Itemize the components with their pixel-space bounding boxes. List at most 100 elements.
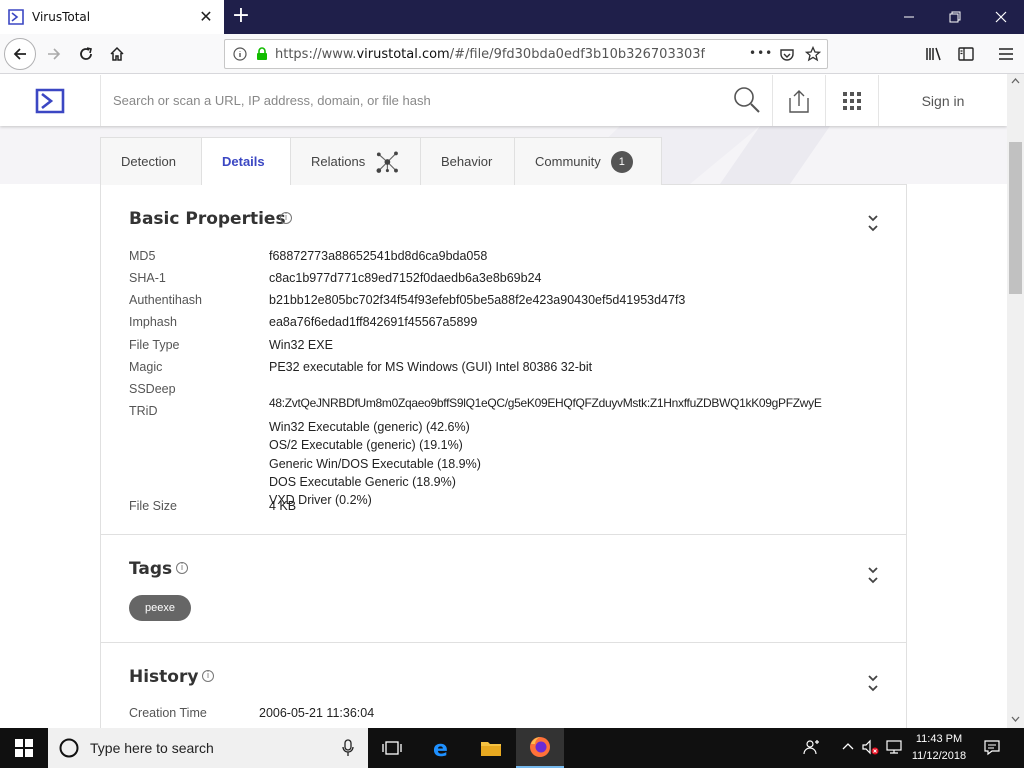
info-icon[interactable]: i xyxy=(176,562,188,574)
task-view-button[interactable] xyxy=(368,728,416,768)
tab-relations-label: Relations xyxy=(311,154,366,169)
browser-tab[interactable]: VirusTotal ✕ xyxy=(0,0,224,34)
tab-relations[interactable]: Relations xyxy=(290,137,421,185)
authentihash-value: b21bb12e805bc702f34f54f93efebf05be5a88f2… xyxy=(269,293,686,307)
prop-label: SHA-1 xyxy=(129,271,166,285)
home-icon xyxy=(110,46,124,61)
home-button[interactable] xyxy=(101,38,133,70)
browser-tab-title: VirusTotal xyxy=(32,10,91,24)
browser-titlebar: VirusTotal ✕ + xyxy=(0,0,1024,34)
restore-icon[interactable] xyxy=(932,0,978,34)
prop-md5: MD5 f68872773a88652541bd8d6ca9bda058 xyxy=(129,249,487,263)
info-icon[interactable]: i xyxy=(202,670,214,682)
library-icon xyxy=(926,47,941,61)
upload-button[interactable] xyxy=(773,75,826,126)
taskbar-search-input[interactable] xyxy=(90,740,320,756)
menu-button[interactable] xyxy=(990,38,1022,70)
info-circle-icon[interactable] xyxy=(233,47,247,61)
pocket-icon[interactable] xyxy=(779,47,795,63)
collapse-chevron-icon[interactable] xyxy=(866,565,880,585)
vt-search-box xyxy=(101,75,773,126)
network-icon[interactable] xyxy=(884,738,904,758)
reload-button[interactable] xyxy=(70,38,102,70)
tab-community-label: Community xyxy=(535,154,601,169)
trid-entry: VXD Driver (0.2%) xyxy=(269,493,372,508)
people-icon[interactable] xyxy=(802,738,822,758)
firefox-app[interactable] xyxy=(516,728,564,768)
taskbar-search[interactable] xyxy=(48,728,368,768)
minimize-icon[interactable] xyxy=(886,0,932,34)
task-view-icon xyxy=(382,741,402,755)
trid-entry: Win32 Executable (generic) (42.6%) xyxy=(269,420,470,434)
signin-button[interactable]: Sign in xyxy=(879,75,1007,126)
creation-time-value: 2006-05-21 11:36:04 xyxy=(259,706,375,720)
tray-expand-icon[interactable] xyxy=(838,738,858,758)
prop-creation-time: Creation Time 2006-05-21 11:36:04 xyxy=(129,706,374,720)
virustotal-logo[interactable] xyxy=(0,75,101,126)
virustotal-favicon-icon xyxy=(8,9,24,25)
sidebar-button[interactable] xyxy=(950,38,982,70)
windows-taskbar: e 11:43 PM 11/12/2018 xyxy=(0,728,1024,768)
search-icon[interactable] xyxy=(732,85,762,115)
tab-community[interactable]: Community 1 xyxy=(514,137,662,185)
page-content: Sign in Detection Details Relations Beha… xyxy=(0,75,1007,728)
trid-entry: Generic Win/DOS Executable (18.9%) xyxy=(269,456,481,471)
collapse-chevron-icon[interactable] xyxy=(866,213,880,233)
url-bar[interactable]: https://www.virustotal.com/#/file/9fd30b… xyxy=(224,39,828,69)
close-window-icon[interactable] xyxy=(978,0,1024,34)
notification-center-icon[interactable] xyxy=(982,738,1002,758)
tab-detection-label: Detection xyxy=(121,154,176,169)
magic-value: PE32 executable for MS Windows (GUI) Int… xyxy=(269,360,593,374)
vt-header: Sign in xyxy=(0,75,1007,126)
bookmark-star-icon[interactable] xyxy=(805,46,821,62)
vertical-scrollbar[interactable] xyxy=(1007,74,1024,728)
scrollbar-thumb[interactable] xyxy=(1009,142,1022,294)
scroll-down-icon[interactable] xyxy=(1011,716,1020,722)
tab-detection[interactable]: Detection xyxy=(100,137,202,185)
edge-app[interactable]: e xyxy=(418,728,466,768)
tab-behavior[interactable]: Behavior xyxy=(420,137,515,185)
tags-card: Tags i peexe xyxy=(100,534,907,643)
collapse-chevron-icon[interactable] xyxy=(866,673,880,693)
file-explorer-app[interactable] xyxy=(467,728,515,768)
graph-network-icon xyxy=(376,151,399,173)
prop-label: SSDeep xyxy=(129,382,176,396)
reload-icon xyxy=(80,47,92,60)
apps-grid-button[interactable] xyxy=(826,75,879,126)
url-text[interactable]: https://www.virustotal.com/#/file/9fd30b… xyxy=(275,47,705,62)
trid-entry: OS/2 Executable (generic) (19.1%) xyxy=(269,438,463,453)
windows-logo-icon xyxy=(15,739,33,757)
filetype-value: Win32 EXE xyxy=(269,338,333,352)
taskbar-clock[interactable]: 11:43 PM 11/12/2018 xyxy=(906,731,972,765)
tab-details-label: Details xyxy=(222,154,265,169)
forward-button[interactable] xyxy=(38,38,70,70)
prop-magic: Magic PE32 executable for MS Windows (GU… xyxy=(129,360,592,374)
prop-imphash: Imphash ea8a76f6edad1ff842691f45567a5899 xyxy=(129,315,477,329)
new-tab-button[interactable]: + xyxy=(228,4,254,30)
start-button[interactable] xyxy=(0,728,48,768)
microphone-icon[interactable] xyxy=(342,739,354,757)
virustotal-logo-icon xyxy=(35,88,65,113)
volume-muted-icon[interactable] xyxy=(860,738,880,758)
community-count-badge: 1 xyxy=(610,150,633,173)
prop-sha1: SHA-1 c8ac1b977d771c89ed7152f0daedb6a3e8… xyxy=(129,271,542,285)
back-button[interactable] xyxy=(4,38,36,70)
vt-search-input[interactable] xyxy=(101,75,721,126)
tag-pill[interactable]: peexe xyxy=(129,595,191,621)
library-button[interactable] xyxy=(918,38,950,70)
clock-date: 11/12/2018 xyxy=(911,750,967,762)
tab-behavior-label: Behavior xyxy=(441,154,493,169)
prop-filesize: File Size 4 KB xyxy=(129,499,296,513)
tab-details[interactable]: Details xyxy=(201,137,291,185)
url-prefix: https://www. xyxy=(275,46,357,62)
folder-icon xyxy=(481,742,501,756)
arrow-left-icon xyxy=(13,48,26,60)
page-actions-icon[interactable]: ••• xyxy=(749,46,773,60)
info-icon[interactable]: i xyxy=(280,212,292,224)
close-tab-icon[interactable]: ✕ xyxy=(198,9,214,25)
md5-value: f68872773a88652541bd8d6ca9bda058 xyxy=(269,249,488,263)
imphash-value: ea8a76f6edad1ff842691f45567a5899 xyxy=(269,315,478,329)
scroll-up-icon[interactable] xyxy=(1011,78,1020,84)
trid-entry: DOS Executable Generic (18.9%) xyxy=(269,474,456,489)
prop-label: TRiD xyxy=(129,404,158,418)
